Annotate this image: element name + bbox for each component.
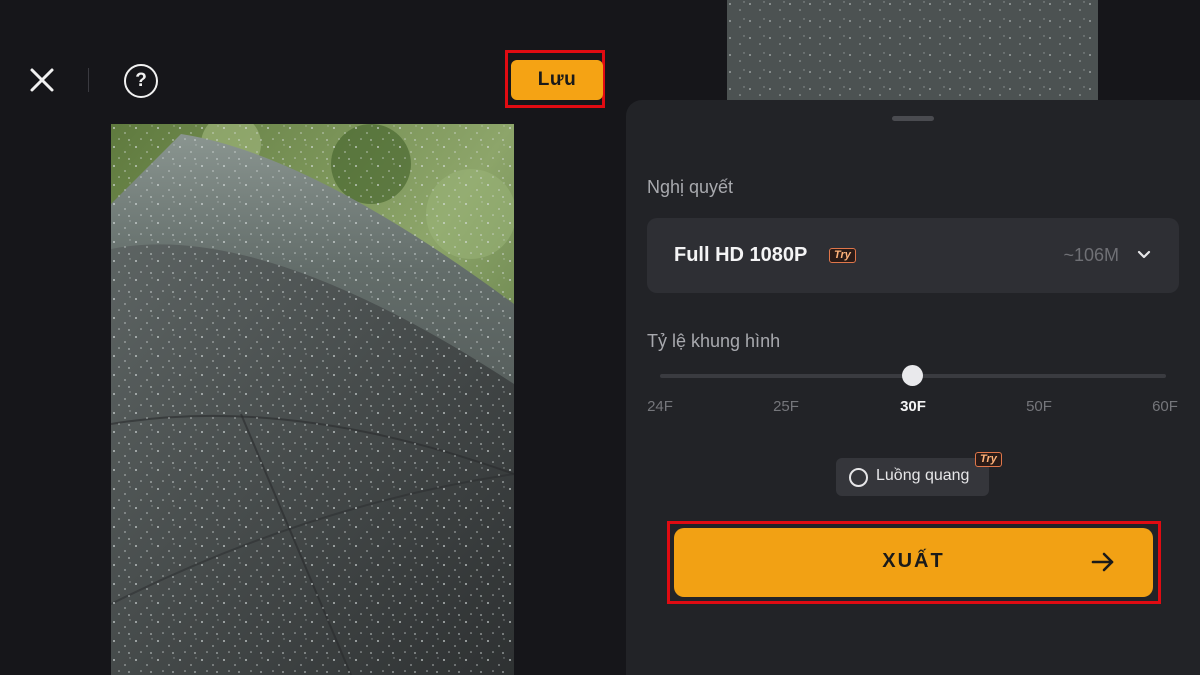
drag-handle[interactable] <box>892 116 934 121</box>
frame-rate-tick[interactable]: 25F <box>773 398 799 415</box>
try-badge: Try <box>975 452 1002 467</box>
frame-rate-slider-thumb[interactable] <box>902 365 923 386</box>
optical-flow-label: Luồng quang <box>876 467 970 484</box>
help-button[interactable]: ? <box>124 64 158 98</box>
optical-flow-toggle[interactable]: Luồng quang <box>836 458 989 496</box>
close-icon <box>30 68 54 92</box>
export-button[interactable]: XUẤT <box>674 528 1153 597</box>
frame-rate-label: Tỷ lệ khung hình <box>647 331 781 351</box>
try-badge: Try <box>829 248 856 263</box>
close-button[interactable] <box>26 64 58 96</box>
resolution-dropdown[interactable]: Full HD 1080P Try ~106M <box>647 218 1179 293</box>
export-settings-panel: Nghị quyết Full HD 1080P Try ~106M Tỷ lệ… <box>626 100 1200 675</box>
save-button[interactable]: Lưu <box>511 60 603 100</box>
frame-rate-tick[interactable]: 60F <box>1152 398 1178 415</box>
arrow-right-icon <box>1091 552 1114 572</box>
preview-image-top <box>727 0 1098 100</box>
frame-rate-tick[interactable]: 50F <box>1026 398 1052 415</box>
export-label: XUẤT <box>882 550 945 572</box>
chevron-down-icon <box>1137 250 1151 259</box>
frame-rate-tick-selected[interactable]: 30F <box>900 398 926 415</box>
question-icon: ? <box>135 70 147 91</box>
estimated-size: ~106M <box>1063 245 1119 265</box>
video-preview <box>111 124 514 675</box>
frame-rate-tick[interactable]: 24F <box>647 398 673 415</box>
radio-icon <box>849 468 868 487</box>
resolution-label: Nghị quyết <box>647 177 734 197</box>
preview-image <box>111 124 514 675</box>
resolution-value: Full HD 1080P <box>674 244 808 266</box>
toolbar-divider <box>88 68 89 92</box>
